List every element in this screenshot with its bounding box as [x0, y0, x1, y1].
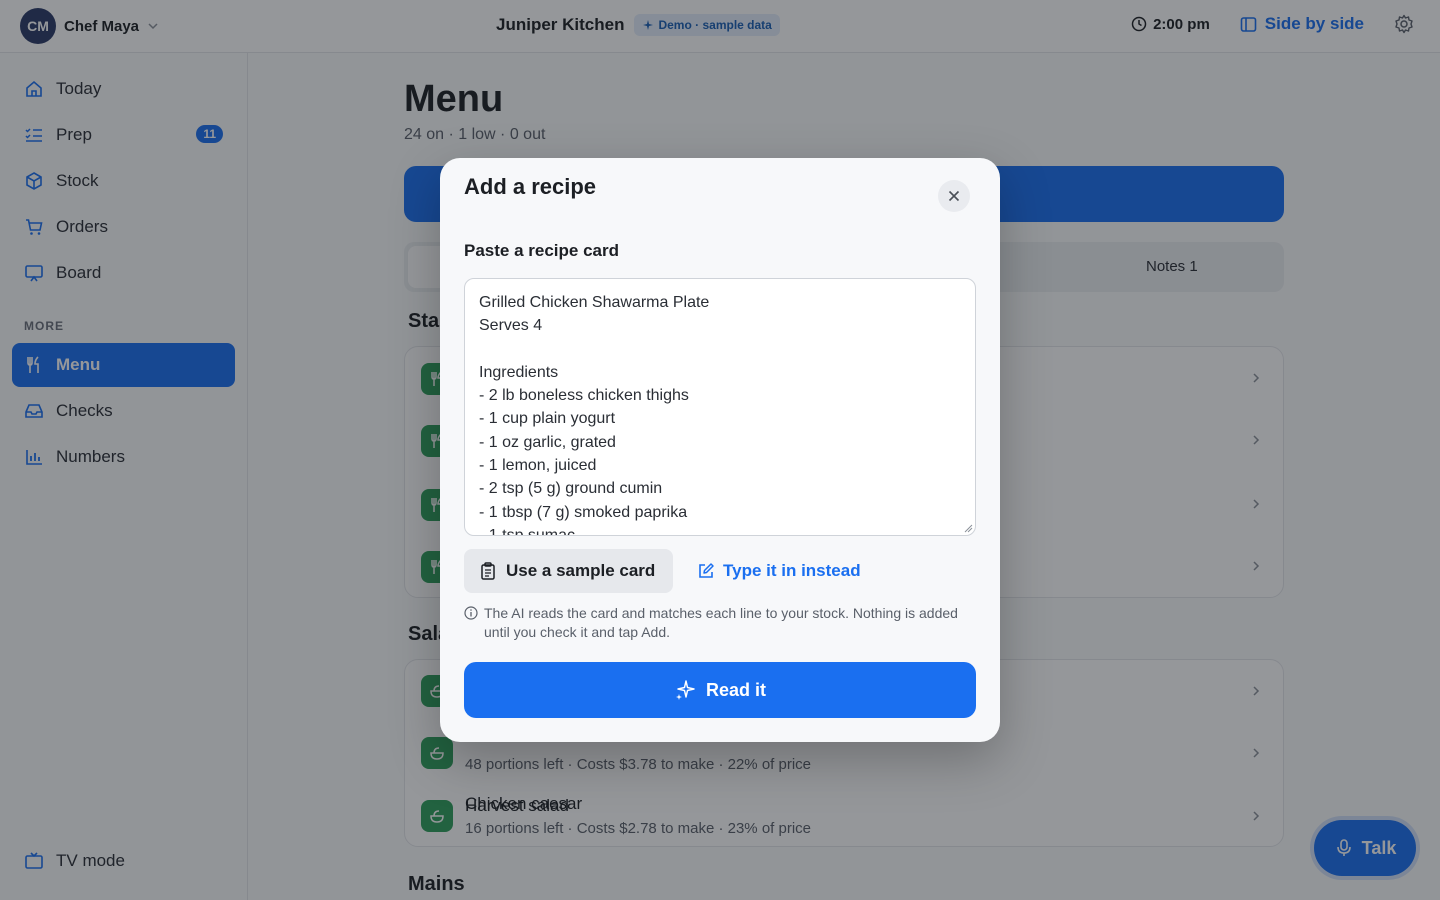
sparkles-icon [675, 680, 695, 700]
recipe-text[interactable]: Grilled Chicken Shawarma Plate Serves 4 … [479, 291, 709, 535]
close-button[interactable] [938, 180, 970, 212]
read-it-button[interactable]: Read it [464, 662, 976, 718]
type-button-label: Type it in instead [723, 561, 861, 580]
clipboard-icon [481, 562, 495, 580]
info-icon [464, 606, 478, 620]
info-text: The AI reads the card and matches each l… [484, 605, 958, 640]
info-note: The AI reads the card and matches each l… [464, 604, 964, 642]
add-recipe-dialog: Add a recipe Paste a recipe card Grilled… [440, 158, 1000, 742]
type-it-in-button[interactable]: Type it in instead [697, 549, 861, 593]
edit-icon [699, 563, 714, 578]
sample-button-label: Use a sample card [506, 561, 656, 580]
read-button-label: Read it [705, 679, 766, 700]
resize-handle-icon[interactable] [963, 523, 973, 533]
use-sample-card-button[interactable]: Use a sample card [464, 549, 673, 593]
dialog-title: Add a recipe [464, 174, 597, 199]
paste-label: Paste a recipe card [464, 241, 619, 260]
recipe-textarea[interactable]: Grilled Chicken Shawarma Plate Serves 4 … [464, 278, 976, 536]
close-icon [948, 190, 960, 202]
